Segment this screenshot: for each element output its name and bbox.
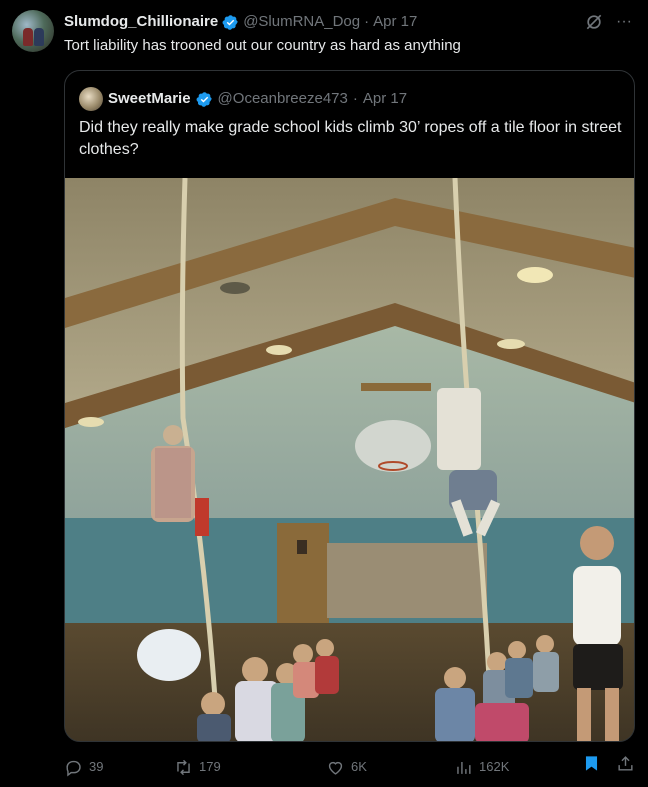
repost-count: 179 bbox=[199, 759, 221, 774]
author-avatar[interactable] bbox=[12, 10, 54, 52]
more-icon[interactable]: ··· bbox=[614, 12, 634, 32]
separator-dot: · bbox=[364, 13, 370, 30]
quoted-handle: @Oceanbreeze473 bbox=[217, 90, 348, 107]
quoted-text: Did they really make grade school kids c… bbox=[79, 119, 622, 158]
action-bar: 39 179 6K 162K bbox=[64, 754, 635, 780]
views-button[interactable]: 162K bbox=[454, 754, 509, 780]
bookmark-button[interactable] bbox=[582, 754, 601, 773]
repost-button[interactable]: 179 bbox=[174, 754, 221, 780]
author-handle[interactable]: @SlumRNA_Dog bbox=[243, 12, 360, 32]
quoted-header: SweetMarie @Oceanbreeze473 · Apr 17 bbox=[79, 87, 407, 111]
repost-icon bbox=[177, 759, 190, 775]
share-icon bbox=[618, 756, 633, 771]
grok-icon[interactable] bbox=[584, 12, 604, 32]
like-icon bbox=[328, 761, 343, 775]
verified-badge-icon bbox=[196, 91, 212, 107]
like-button[interactable]: 6K bbox=[326, 754, 367, 780]
share-button[interactable] bbox=[616, 754, 635, 773]
photo-illustration bbox=[65, 178, 634, 741]
views-count: 162K bbox=[479, 759, 510, 774]
verified-badge-icon bbox=[222, 14, 238, 30]
avatar-figure-left bbox=[23, 28, 33, 46]
reply-icon bbox=[66, 760, 81, 776]
gym-rope-climb-photo[interactable] bbox=[65, 178, 634, 741]
author-display-name[interactable]: Slumdog_Chillionaire bbox=[64, 12, 218, 32]
quoted-tweet[interactable]: SweetMarie @Oceanbreeze473 · Apr 17 Did … bbox=[64, 70, 635, 742]
reply-button[interactable]: 39 bbox=[64, 754, 103, 780]
separator-dot: · bbox=[352, 90, 358, 107]
views-icon bbox=[457, 761, 471, 774]
tweet-date[interactable]: Apr 17 bbox=[373, 12, 417, 32]
quoted-avatar bbox=[79, 87, 103, 111]
avatar-figure-right bbox=[34, 28, 44, 46]
tweet-header: Slumdog_Chillionaire @SlumRNA_Dog · Apr … bbox=[64, 12, 417, 32]
tweet-text: Tort liability has trooned out our count… bbox=[64, 37, 461, 54]
bookmark-icon bbox=[585, 756, 598, 771]
like-count: 6K bbox=[351, 759, 367, 774]
quoted-date: Apr 17 bbox=[362, 90, 408, 107]
reply-count: 39 bbox=[89, 759, 104, 774]
quoted-display-name: SweetMarie bbox=[108, 90, 191, 107]
